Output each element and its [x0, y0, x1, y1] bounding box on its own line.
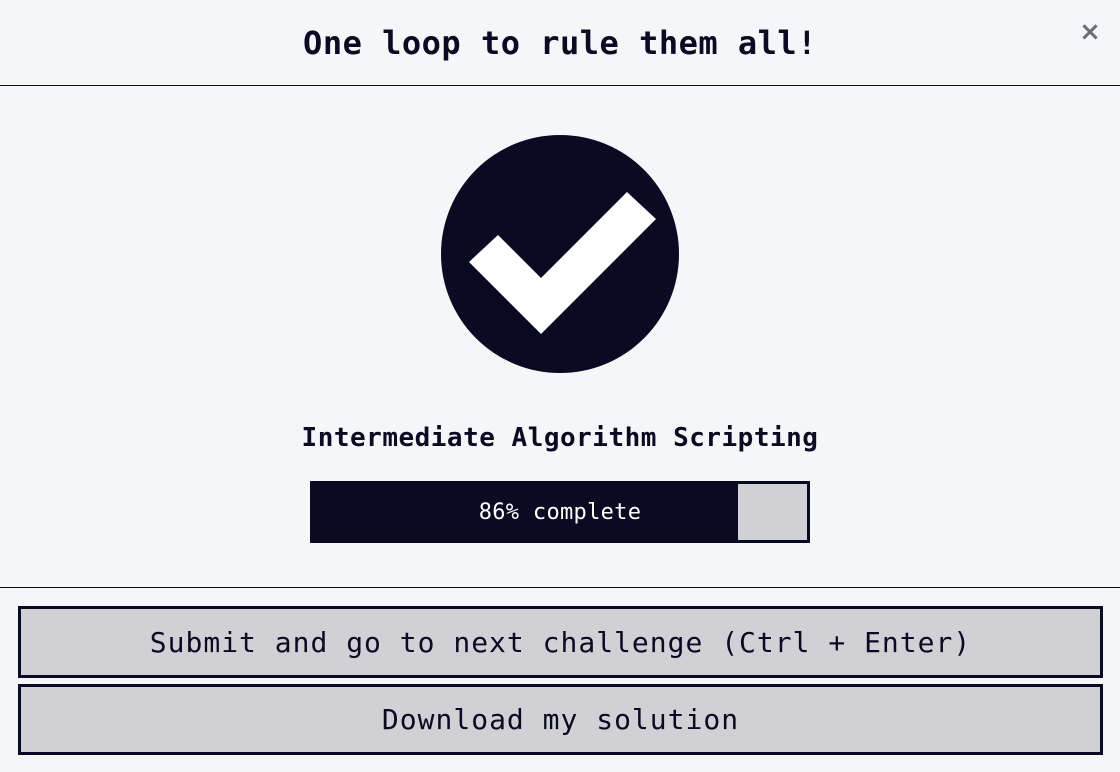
- modal-title: One loop to rule them all!: [303, 23, 817, 62]
- modal-header: One loop to rule them all! ×: [0, 0, 1120, 86]
- modal-body: Intermediate Algorithm Scripting 86% com…: [0, 86, 1120, 588]
- download-solution-button[interactable]: Download my solution: [18, 684, 1103, 755]
- certification-title: Intermediate Algorithm Scripting: [301, 423, 819, 453]
- completion-modal: One loop to rule them all! × Intermediat…: [0, 0, 1120, 772]
- check-circle-icon: [441, 135, 679, 373]
- progress-label: 86% complete: [478, 499, 642, 525]
- close-icon[interactable]: ×: [1078, 19, 1102, 45]
- progress-bar: 86% complete: [310, 481, 810, 543]
- submit-next-challenge-button[interactable]: Submit and go to next challenge (Ctrl + …: [18, 606, 1103, 678]
